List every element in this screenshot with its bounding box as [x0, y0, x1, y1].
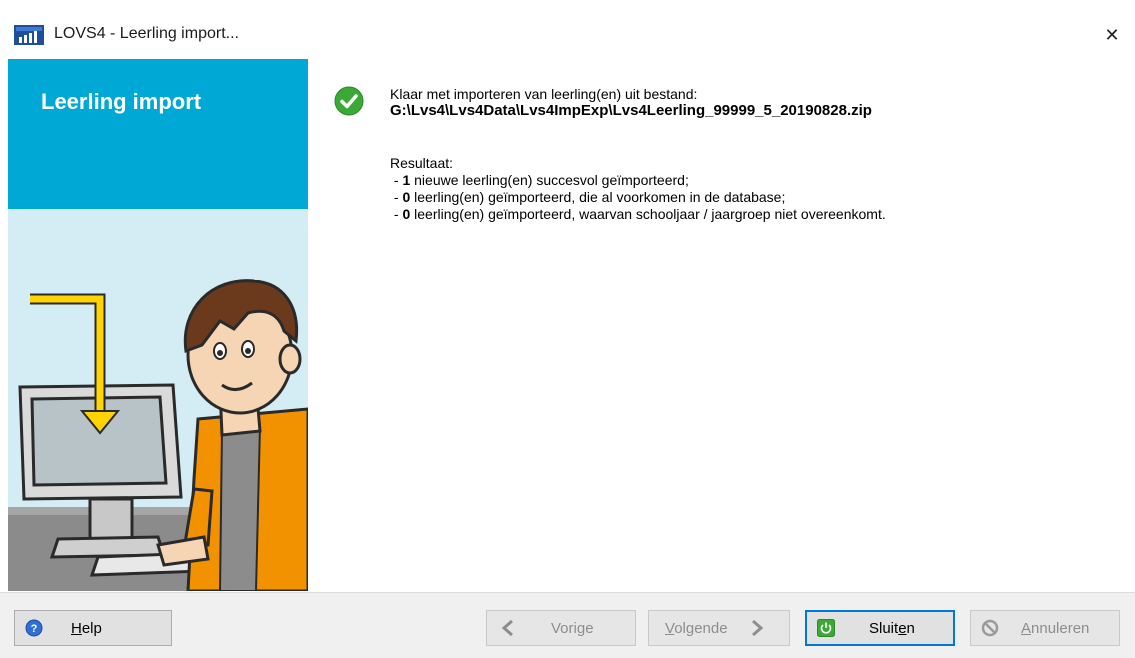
cancel-button[interactable]: Annuleren — [970, 610, 1120, 646]
help-label-rest: elp — [81, 619, 102, 637]
result-item: - 1 nieuwe leerling(en) succesvol geïmpo… — [390, 172, 689, 188]
cancel-icon — [981, 619, 999, 637]
next-mnemonic: V — [665, 619, 675, 637]
cancel-button-label: Annuleren — [1021, 620, 1089, 637]
next-button[interactable]: Volgende — [648, 610, 790, 646]
close-label-pre: Sluit — [869, 619, 899, 637]
close-window-button[interactable]: ✕ — [1089, 12, 1135, 58]
chevron-left-icon — [501, 620, 513, 636]
check-circle-icon — [334, 86, 364, 116]
help-button[interactable]: ? Help — [14, 610, 172, 646]
person-at-computer-import-illustration — [8, 59, 308, 591]
svg-text:?: ? — [31, 623, 38, 635]
result-text: leerling(en) geïmporteerd, waarvan schoo… — [410, 206, 886, 222]
previous-button[interactable]: Vorige — [486, 610, 636, 646]
result-bullet: - — [390, 206, 403, 222]
close-mnemonic: e — [898, 619, 907, 637]
result-item: - 0 leerling(en) geïmporteerd, die al vo… — [390, 189, 785, 205]
result-bullet: - — [390, 189, 403, 205]
side-panel-title: Leerling import — [41, 89, 202, 114]
window-title: LOVS4 - Leerling import... — [54, 25, 239, 42]
title-bar: LOVS4 - Leerling import... ✕ — [0, 12, 1135, 58]
help-button-label: Help — [71, 620, 102, 637]
result-item: - 0 leerling(en) geïmporteerd, waarvan s… — [390, 206, 886, 222]
top-edge — [0, 0, 1135, 12]
button-bar: ? Help Vorige Volgende Sluiten Annuleren — [0, 592, 1135, 658]
result-bullet: - — [390, 172, 403, 188]
side-panel: Leerling import — [8, 59, 308, 591]
result-text: leerling(en) geïmporteerd, die al voorko… — [410, 189, 786, 205]
close-button[interactable]: Sluiten — [805, 610, 955, 646]
lovs-app-icon — [14, 25, 44, 45]
help-mnemonic: H — [71, 619, 82, 637]
previous-button-label: Vorige — [551, 619, 594, 637]
next-button-label: Volgende — [665, 620, 728, 637]
help-icon: ? — [25, 619, 43, 637]
cancel-mnemonic: A — [1021, 619, 1032, 637]
cancel-label-rest: nnuleren — [1031, 619, 1090, 637]
power-icon — [817, 619, 835, 637]
close-button-label: Sluiten — [869, 620, 915, 637]
import-heading: Klaar met importeren van leerling(en) ui… — [390, 86, 698, 102]
result-label: Resultaat: — [390, 155, 454, 171]
close-label-rest: n — [906, 619, 915, 637]
chevron-right-icon — [751, 620, 763, 636]
dialog-window: LOVS4 - Leerling import... ✕ Leerling im… — [0, 0, 1135, 658]
close-icon[interactable]: ✕ — [1104, 25, 1119, 46]
import-file-path: G:\Lvs4\Lvs4Data\Lvs4ImpExp\Lvs4Leerling… — [390, 102, 872, 119]
result-text: nieuwe leerling(en) succesvol geïmportee… — [410, 172, 689, 188]
next-label-rest: olgende — [674, 619, 728, 637]
